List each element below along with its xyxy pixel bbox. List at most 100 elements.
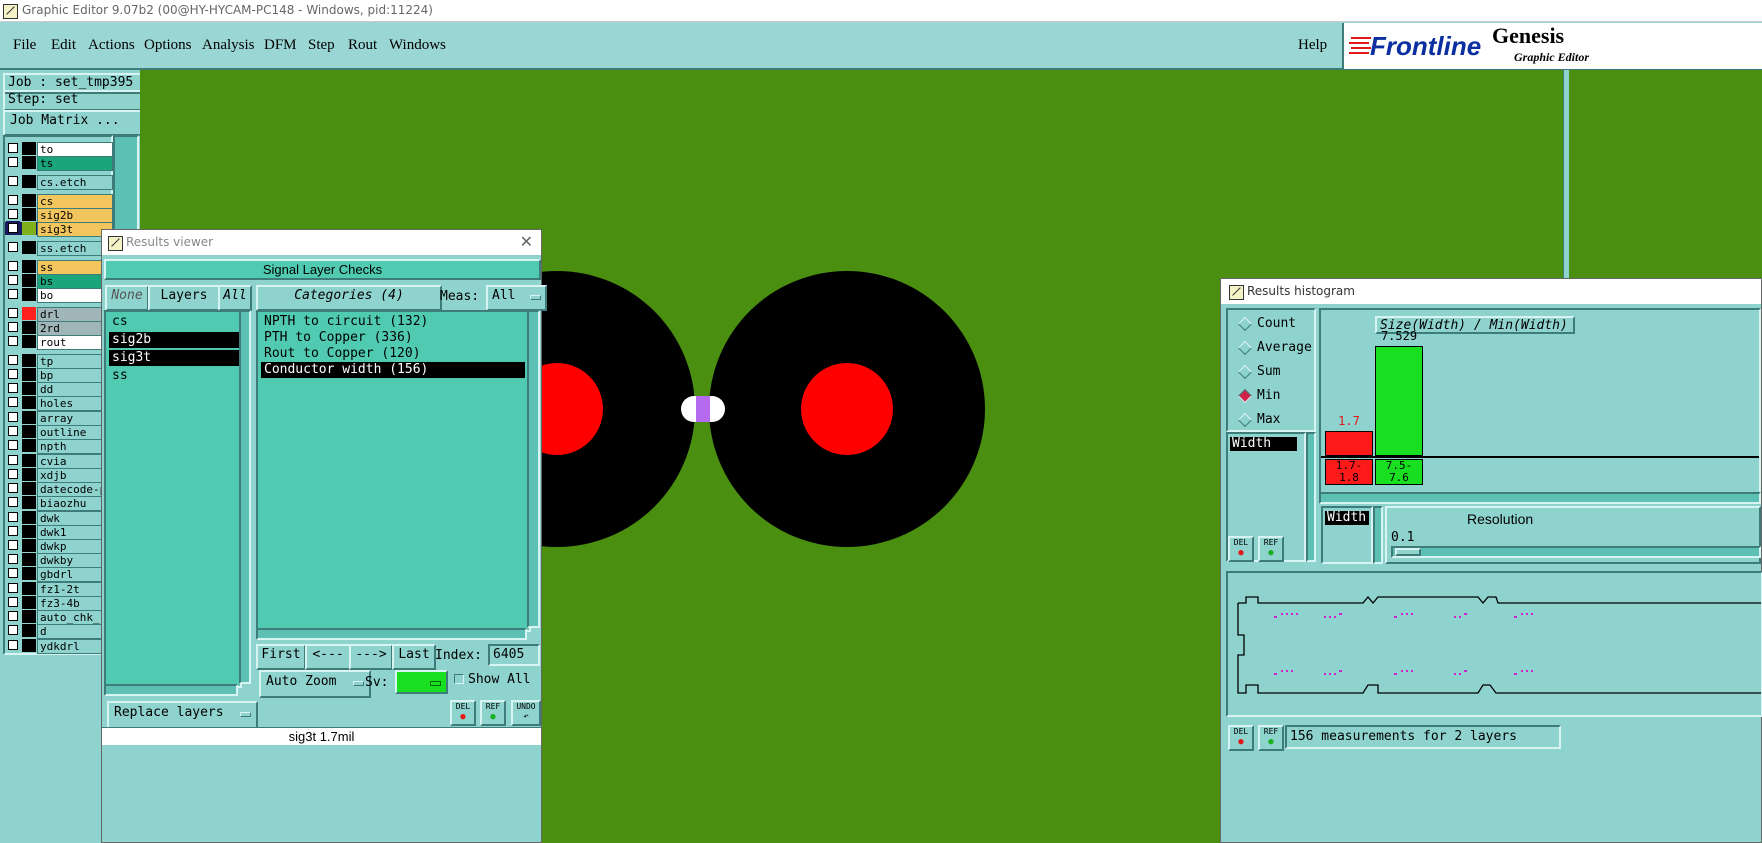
layer-row-ss[interactable]: ss (5, 260, 113, 275)
menu-analysis[interactable]: Analysis (202, 37, 255, 54)
layer-row-xdjb[interactable]: xdjb (5, 468, 113, 483)
hist-ref-button[interactable]: REF ● (1258, 536, 1284, 562)
layer-row-biaozhu[interactable]: biaozhu (5, 496, 113, 511)
layer-checkbox[interactable] (8, 209, 18, 219)
layer-checkbox[interactable] (8, 261, 18, 271)
layer-checkbox[interactable] (8, 397, 18, 407)
index-input[interactable]: 6405 (488, 644, 540, 666)
layer-row-cs.etch[interactable]: cs.etch (5, 175, 113, 190)
menu-options[interactable]: Options (144, 37, 192, 54)
layer-row-holes[interactable]: holes (5, 396, 113, 411)
resolution-slider[interactable] (1391, 546, 1761, 558)
layer-checkbox[interactable] (8, 583, 18, 593)
layer-checkbox[interactable] (8, 336, 18, 346)
layer-row-array[interactable]: array (5, 411, 113, 426)
layer-row-bo[interactable]: bo (5, 288, 113, 303)
replace-layers-dropdown[interactable]: Replace layers (107, 701, 258, 729)
layer-row-d[interactable]: d (5, 624, 113, 639)
layer-row-bs[interactable]: bs (5, 274, 113, 289)
layer-checkbox[interactable] (8, 526, 18, 536)
layer-row-ss.etch[interactable]: ss.etch (5, 241, 113, 256)
layer-row-cs[interactable]: cs (5, 194, 113, 209)
hist-del-button-2[interactable]: DEL ● (1228, 725, 1254, 751)
del-button[interactable]: DEL ● (450, 700, 476, 726)
menu-edit[interactable]: Edit (51, 37, 76, 54)
layer-row-drl[interactable]: drl (5, 307, 113, 322)
layer-row-auto_chk_[interactable]: auto_chk_ (5, 610, 113, 625)
job-matrix-button[interactable]: Job Matrix ... (3, 110, 144, 136)
first-button[interactable]: First (256, 644, 306, 670)
layer-checkbox[interactable] (8, 568, 18, 578)
layer-checkbox[interactable] (8, 455, 18, 465)
category-item[interactable]: Conductor width (156) (261, 362, 525, 378)
histogram-bar[interactable] (1375, 346, 1423, 456)
layer-checkbox[interactable] (8, 469, 18, 479)
field-list-vscroll[interactable] (1306, 432, 1316, 562)
layer-row-outline[interactable]: outline (5, 425, 113, 440)
next-button[interactable]: ---> (349, 644, 393, 670)
last-button[interactable]: Last (392, 644, 436, 670)
layer-checkbox[interactable] (8, 308, 18, 318)
layer-row-sig3t[interactable]: sig3t (5, 221, 113, 237)
category-item[interactable]: PTH to Copper (336) (261, 330, 525, 346)
layer-checkbox[interactable] (8, 540, 18, 550)
result-layer-item[interactable]: cs (109, 314, 240, 330)
layer-row-dwkp[interactable]: dwkp (5, 539, 113, 554)
layer-list-hscroll[interactable] (104, 684, 238, 696)
layer-checkbox[interactable] (8, 383, 18, 393)
histogram-bin-range[interactable]: 1.7- 1.8 (1325, 459, 1373, 485)
layer-checkbox[interactable] (8, 497, 18, 507)
ref-button[interactable]: REF ● (480, 700, 506, 726)
menu-actions[interactable]: Actions (88, 37, 135, 54)
menu-rout[interactable]: Rout (348, 37, 377, 54)
layer-row-rout[interactable]: rout (5, 335, 113, 350)
layer-checkbox[interactable] (8, 440, 18, 450)
category-list-hscroll[interactable] (256, 628, 527, 640)
resolution-field-list[interactable]: Width (1321, 506, 1373, 564)
layer-checkbox[interactable] (8, 554, 18, 564)
result-layer-item[interactable]: ss (109, 368, 240, 384)
layer-row-2rd[interactable]: 2rd (5, 321, 113, 336)
severity-color-dropdown[interactable] (395, 670, 448, 694)
layer-row-ts[interactable]: ts (5, 156, 113, 171)
layer-row-gbdrl[interactable]: gbdrl (5, 567, 113, 582)
close-icon[interactable]: ✕ (520, 232, 533, 251)
layer-row-npth[interactable]: npth (5, 439, 113, 454)
prev-button[interactable]: <--- (305, 644, 351, 670)
layer-checkbox[interactable] (8, 195, 18, 205)
result-layer-item[interactable]: sig3t (109, 350, 240, 366)
layer-checkbox[interactable] (8, 412, 18, 422)
layer-row-dwk1[interactable]: dwk1 (5, 525, 113, 540)
layer-row-fz3-4b[interactable]: fz3-4b (5, 596, 113, 611)
layer-row-fz1-2t[interactable]: fz1-2t (5, 582, 113, 597)
panel-preview[interactable] (1226, 571, 1762, 717)
layer-checkbox[interactable] (8, 597, 18, 607)
histogram-bin-range[interactable]: 7.5- 7.6 (1375, 459, 1423, 485)
histogram-bar[interactable] (1325, 431, 1373, 456)
menu-step[interactable]: Step (308, 37, 335, 54)
layer-row-sig2b[interactable]: sig2b (5, 208, 113, 223)
layer-row-dd[interactable]: dd (5, 382, 113, 397)
category-item[interactable]: Rout to Copper (120) (261, 346, 525, 362)
layer-row-bp[interactable]: bp (5, 368, 113, 383)
layer-checkbox[interactable] (8, 242, 18, 252)
layer-row-tp[interactable]: tp (5, 354, 113, 369)
layer-row-dwkby[interactable]: dwkby (5, 553, 113, 568)
menu-dfm[interactable]: DFM (264, 37, 297, 54)
undo-button[interactable]: UNDO ↶ (511, 700, 541, 726)
layer-checkbox[interactable] (8, 611, 18, 621)
menu-help[interactable]: Help (1298, 37, 1327, 54)
categories-button[interactable]: Categories (4) (256, 285, 442, 311)
histogram-hscroll[interactable] (1319, 492, 1761, 504)
layer-row-ydkdrl[interactable]: ydkdrl (5, 639, 113, 654)
layer-row-to[interactable]: to (5, 142, 113, 157)
category-list[interactable]: NPTH to circuit (132) PTH to Copper (336)… (256, 310, 531, 632)
category-item[interactable]: NPTH to circuit (132) (261, 314, 525, 330)
layer-checkbox[interactable] (8, 426, 18, 436)
resolution-field-vscroll[interactable] (1373, 506, 1383, 564)
layer-row-datecode-p[interactable]: datecode-p (5, 482, 113, 497)
resolution-slider-thumb[interactable] (1395, 548, 1421, 556)
layer-checkbox[interactable] (6, 221, 20, 235)
layer-checkbox[interactable] (8, 483, 18, 493)
layer-result-list[interactable]: cs sig2b sig3t ss (104, 310, 242, 688)
